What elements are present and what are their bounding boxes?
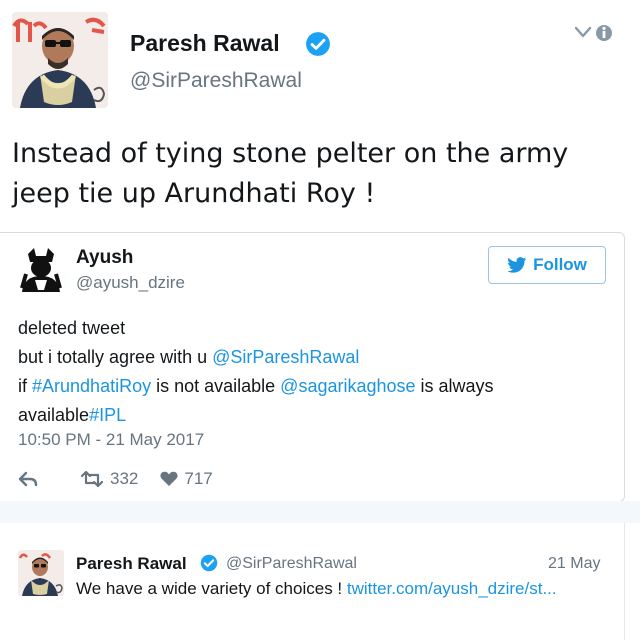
text-segment: is not available [151,376,281,396]
author-name[interactable]: Ayush [76,247,133,269]
tweet-text-line: available#IPL [18,401,608,430]
tweet-text: Instead of tying stone pelter on the arm… [12,134,622,214]
like-count: 717 [184,469,213,488]
follow-label: Follow [533,255,587,274]
mention-link[interactable]: @sagarikaghose [280,376,415,396]
timestamp[interactable]: 10:50 PM - 21 May 2017 [18,430,204,450]
reply-icon [18,471,38,487]
tweet-text: We have a wide variety of choices ! twit… [76,579,557,599]
verified-badge-icon [200,554,218,572]
tweet-text-line: but i totally agree with u @SirPareshRaw… [18,343,608,372]
author-name[interactable]: Paresh Rawal [76,554,187,574]
author-handle[interactable]: @SirPareshRawal [130,69,302,93]
text-segment: We have a wide variety of choices ! [76,579,347,598]
author-handle[interactable]: @ayush_dzire [76,273,185,293]
tweet-text-line: Instead of tying stone pelter on the arm… [12,138,569,169]
retweet-count: 332 [110,469,139,488]
retweet-button[interactable]: 332 [80,469,138,489]
tweet-text-line: jeep tie up Arundhati Roy ! [12,178,376,209]
avatar[interactable] [12,12,108,108]
bird-icon [507,257,527,273]
verified-badge-icon [306,32,330,56]
follow-button[interactable]: Follow [488,246,606,284]
quoted-tweet-text: deleted tweet but i totally agree with u… [18,314,608,430]
tweet-text-line: if #ArundhatiRoy is not available @sagar… [18,372,608,401]
profile-photo-icon [18,246,64,292]
profile-photo-icon [18,550,64,596]
timeline-gap [0,501,640,523]
text-segment: is always [415,376,494,396]
author-handle[interactable]: @SirPareshRawal [226,555,357,573]
text-segment: if [18,376,33,396]
author-name[interactable]: Paresh Rawal [130,30,280,57]
chevron-down-icon[interactable] [574,22,616,44]
hashtag-link[interactable]: #IPL [89,405,126,425]
retweet-icon [80,471,104,487]
tweet-text-line: deleted tweet [18,318,126,338]
mention-link[interactable]: @SirPareshRawal [212,347,359,367]
hashtag-link[interactable]: #ArundhatiRoy [32,376,151,396]
heart-icon [160,471,178,486]
like-button[interactable]: 717 [160,469,213,489]
text-segment: available [18,405,90,425]
tweet-link[interactable]: twitter.com/ayush_dzire/st... [347,579,557,598]
tweet-actions: 332 717 [18,466,213,492]
profile-photo-icon [12,12,108,108]
avatar[interactable] [18,550,64,596]
avatar[interactable] [18,246,64,292]
tweet-date[interactable]: 21 May [548,555,600,573]
reply-button[interactable] [18,471,58,487]
text-segment: but i totally agree with u [18,347,213,367]
